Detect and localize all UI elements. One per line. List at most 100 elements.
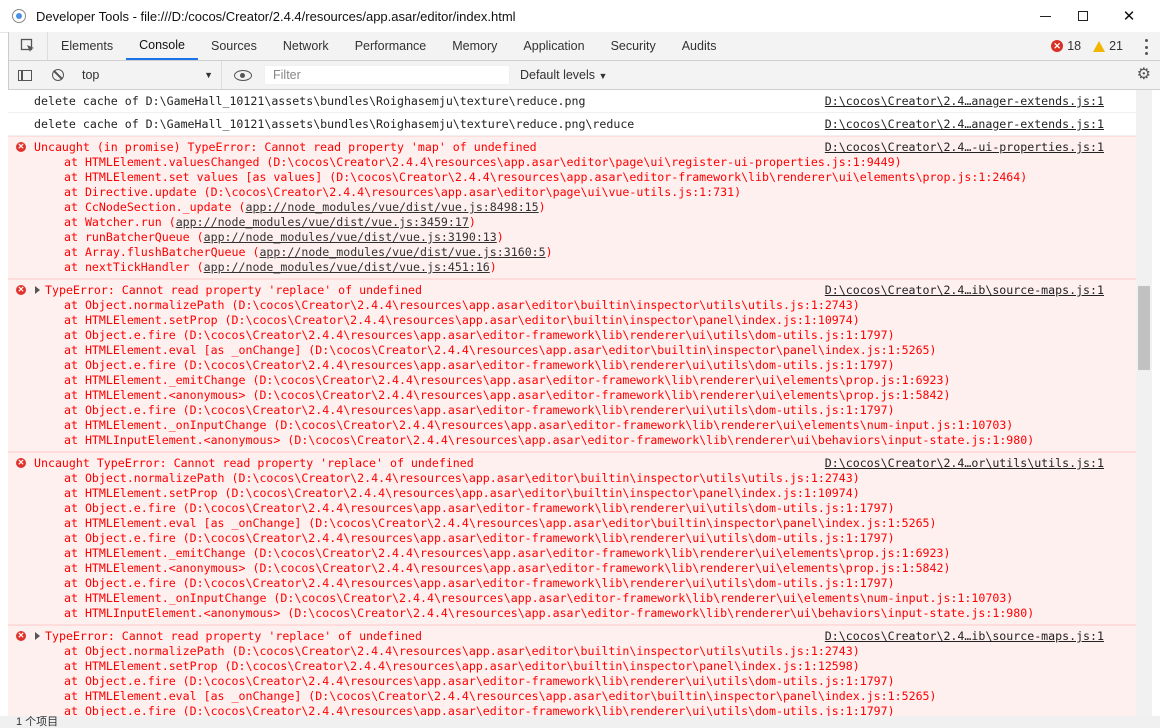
console-log-message: delete cache of D:\GameHall_10121\assets…: [8, 90, 1136, 113]
stack-frame: at HTMLElement.eval [as _onChange] (D:\c…: [34, 343, 1136, 358]
stack-frame: at HTMLElement.setProp (D:\cocos\Creator…: [34, 313, 1136, 328]
maximize-icon: [1078, 11, 1088, 21]
stack-frame: at CcNodeSection._update (app://node_mod…: [34, 200, 1136, 215]
tab-audits[interactable]: Audits: [669, 32, 730, 60]
issue-counts[interactable]: ✕ 18 21: [1051, 32, 1123, 60]
stack-frame: at HTMLElement.setProp (D:\cocos\Creator…: [34, 659, 1136, 674]
context-selector[interactable]: top ▼: [82, 61, 222, 89]
error-message-text: Uncaught TypeError: Cannot read property…: [34, 456, 474, 470]
stack-frame: at Directive.update (D:\cocos\Creator\2.…: [34, 185, 1136, 200]
expand-triangle-icon[interactable]: [35, 632, 40, 640]
console-error-message: ✕ TypeError: Cannot read property 'replac…: [8, 625, 1136, 720]
devtools-tabbar: Elements Console Sources Network Performance…: [8, 32, 1160, 61]
tab-console[interactable]: Console: [126, 32, 198, 60]
stack-frame: at Object.e.fire (D:\cocos\Creator\2.4.4…: [34, 328, 1136, 343]
frame-text-suffix: ): [468, 215, 476, 229]
frame-text: at Object.e.fire (D:\cocos\Creator\2.4.4…: [64, 531, 895, 545]
warning-count: 21: [1109, 39, 1123, 53]
inspect-element-button[interactable]: [9, 32, 48, 60]
context-value: top: [82, 68, 100, 82]
tab-elements[interactable]: Elements: [48, 32, 126, 60]
frame-text-suffix: ): [496, 230, 504, 244]
tab-security[interactable]: Security: [598, 32, 669, 60]
stack-frame: at runBatcherQueue (app://node_modules/v…: [34, 230, 1136, 245]
console-error-message: ✕ TypeError: Cannot read property 'replac…: [8, 279, 1136, 452]
stack-frame: at Object.normalizePath (D:\cocos\Creato…: [34, 471, 1136, 486]
frame-text: at HTMLElement._onInputChange (D:\cocos\…: [64, 591, 1014, 605]
frame-text: at Object.normalizePath (D:\cocos\Creato…: [64, 298, 860, 312]
stack-frame: at Object.e.fire (D:\cocos\Creator\2.4.4…: [34, 501, 1136, 516]
tab-application[interactable]: Application: [510, 32, 597, 60]
log-text: delete cache of D:\GameHall_10121\assets…: [34, 117, 635, 131]
warning-count-icon: [1093, 40, 1106, 52]
frame-text: at Object.e.fire (D:\cocos\Creator\2.4.4…: [64, 576, 895, 590]
frame-text: at HTMLElement._emitChange (D:\cocos\Cre…: [64, 373, 951, 387]
frame-source-link[interactable]: app://node_modules/vue/dist/vue.js:451:1…: [204, 260, 490, 274]
live-expression-eye-icon[interactable]: [234, 69, 252, 81]
clear-console-icon[interactable]: [52, 69, 64, 81]
frame-text: at Object.e.fire (D:\cocos\Creator\2.4.4…: [64, 358, 895, 372]
message-source-link[interactable]: D:\cocos\Creator\2.4…anager-extends.js:1: [825, 113, 1104, 135]
frame-text: at HTMLElement.setProp (D:\cocos\Creator…: [64, 659, 860, 673]
console-settings-gear-icon[interactable]: ⚙: [1137, 67, 1151, 83]
close-button[interactable]: ✕: [1106, 0, 1152, 32]
stack-frame: at HTMLElement._onInputChange (D:\cocos\…: [34, 591, 1136, 606]
maximize-button[interactable]: [1060, 0, 1106, 32]
frame-source-link[interactable]: app://node_modules/vue/dist/vue.js:3160:…: [259, 245, 545, 259]
tab-performance[interactable]: Performance: [342, 32, 440, 60]
stack-frame: at HTMLElement._emitChange (D:\cocos\Cre…: [34, 373, 1136, 388]
stack-frame: at Object.e.fire (D:\cocos\Creator\2.4.4…: [34, 576, 1136, 591]
frame-text: at HTMLElement.eval [as _onChange] (D:\c…: [64, 343, 937, 357]
frame-text: at HTMLInputElement.<anonymous> (D:\coco…: [64, 606, 1035, 620]
log-levels-dropdown[interactable]: Default levels ▼: [520, 68, 607, 82]
frame-text: at Watcher.run (: [64, 215, 176, 229]
console-toolbar: top ▼ Default levels ▼ ⚙: [8, 61, 1160, 90]
frame-text: at HTMLElement.<anonymous> (D:\cocos\Cre…: [64, 561, 951, 575]
frame-text-suffix: ): [489, 260, 497, 274]
error-message-text: Uncaught (in promise) TypeError: Cannot …: [34, 140, 537, 154]
console-scrollbar[interactable]: [1136, 90, 1152, 720]
frame-source-link[interactable]: app://node_modules/vue/dist/vue.js:8498:…: [245, 200, 538, 214]
message-source-link[interactable]: D:\cocos\Creator\2.4…anager-extends.js:1: [825, 90, 1104, 112]
frame-source-link[interactable]: app://node_modules/vue/dist/vue.js:3190:…: [204, 230, 497, 244]
more-options-icon[interactable]: [1145, 39, 1149, 55]
minimize-icon: [1039, 15, 1051, 17]
stack-frame: at HTMLElement._onInputChange (D:\cocos\…: [34, 418, 1136, 433]
console-error-message: ✕ Uncaught TypeError: Cannot read propert…: [8, 452, 1136, 625]
stack-frame: at HTMLElement.<anonymous> (D:\cocos\Cre…: [34, 561, 1136, 576]
tab-network[interactable]: Network: [270, 32, 342, 60]
frame-text: at Object.e.fire (D:\cocos\Creator\2.4.4…: [64, 501, 895, 515]
message-source-link[interactable]: D:\cocos\Creator\2.4…-ui-properties.js:1: [825, 140, 1104, 155]
message-source-link[interactable]: D:\cocos\Creator\2.4…ib\source-maps.js:1: [825, 283, 1104, 298]
log-levels-label: Default levels: [520, 68, 596, 82]
error-count-icon: ✕: [1051, 40, 1064, 52]
frame-text: at Object.e.fire (D:\cocos\Creator\2.4.4…: [64, 328, 895, 342]
frame-source-link[interactable]: app://node_modules/vue/dist/vue.js:3459:…: [176, 215, 469, 229]
tab-sources[interactable]: Sources: [198, 32, 270, 60]
sidebar-toggle-icon[interactable]: [18, 69, 32, 81]
message-source-link[interactable]: D:\cocos\Creator\2.4…or\utils\utils.js:1: [825, 456, 1104, 471]
error-icon: ✕: [16, 285, 26, 295]
message-source-link[interactable]: D:\cocos\Creator\2.4…ib\source-maps.js:1: [825, 629, 1104, 644]
stack-frame: at Object.e.fire (D:\cocos\Creator\2.4.4…: [34, 403, 1136, 418]
stack-frame: at HTMLElement.<anonymous> (D:\cocos\Cre…: [34, 388, 1136, 403]
stack-frame: at HTMLElement.set values [as values] (D…: [34, 170, 1136, 185]
scrollbar-thumb[interactable]: [1138, 286, 1150, 370]
stack-frame: at nextTickHandler (app://node_modules/v…: [34, 260, 1136, 275]
frame-text: at runBatcherQueue (: [64, 230, 204, 244]
log-text: delete cache of D:\GameHall_10121\assets…: [34, 94, 586, 108]
frame-text: at HTMLElement.setProp (D:\cocos\Creator…: [64, 313, 860, 327]
frame-text-suffix: ): [538, 200, 546, 214]
frame-text: at HTMLElement.<anonymous> (D:\cocos\Cre…: [64, 388, 951, 402]
expand-triangle-icon[interactable]: [35, 286, 40, 294]
stack-frame: at HTMLElement.eval [as _onChange] (D:\c…: [34, 689, 1136, 704]
stack-frame: at HTMLElement.eval [as _onChange] (D:\c…: [34, 516, 1136, 531]
stack-frame: at Object.e.fire (D:\cocos\Creator\2.4.4…: [34, 358, 1136, 373]
inspect-icon: [20, 38, 34, 52]
error-message-text: TypeError: Cannot read property 'replace…: [45, 283, 422, 297]
tab-memory[interactable]: Memory: [439, 32, 510, 60]
filter-input[interactable]: [264, 65, 510, 85]
error-count: 18: [1067, 39, 1082, 53]
frame-text: at HTMLElement.eval [as _onChange] (D:\c…: [64, 689, 937, 703]
devtools-app-icon: [12, 9, 26, 23]
